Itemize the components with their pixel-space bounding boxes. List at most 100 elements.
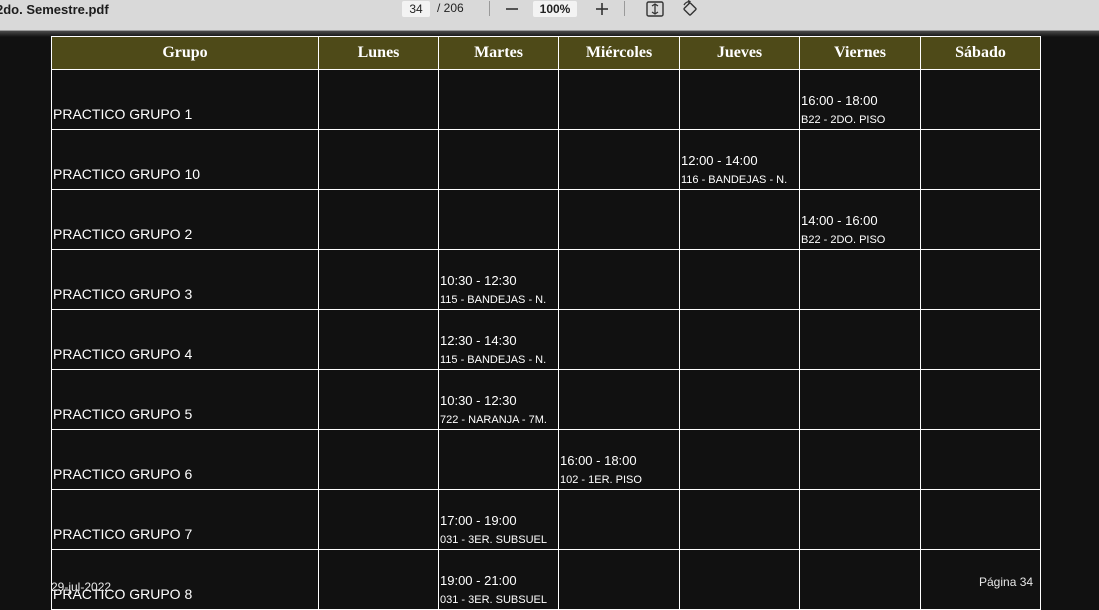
zoom-in-button[interactable]	[593, 0, 611, 18]
schedule-cell	[558, 249, 680, 310]
slot-room: 031 - 3ER. SUBSUEL	[440, 534, 547, 546]
schedule-slot: 16:00 - 18:00 B22 - 2DO. PISO	[800, 93, 920, 129]
schedule-cell	[318, 369, 439, 430]
schedule-cell	[799, 249, 921, 310]
schedule-slot: 12:00 - 14:00 116 - BANDEJAS - N.	[680, 153, 799, 189]
slot-time: 16:00 - 18:00	[801, 93, 878, 108]
schedule-body: PRACTICO GRUPO 1 16:00 - 18:00 B22 - 2DO. …	[51, 69, 1041, 610]
minus-icon	[506, 8, 518, 10]
pdf-toolbar: 2do. Semestre.pdf 34 / 206 100%	[0, 0, 1099, 31]
schedule-cell: 12:30 - 14:30 115 - BANDEJAS - N.	[438, 309, 559, 370]
header-grupo: Grupo	[51, 36, 319, 70]
schedule-cell	[679, 69, 800, 130]
schedule-cell: 10:30 - 12:30 722 - NARANJA - 7M.	[438, 369, 559, 430]
table-row: PRACTICO GRUPO 10 12:00 - 14:00 116 - BAND…	[51, 129, 1041, 190]
slot-room: 102 - 1ER. PISO	[560, 474, 642, 486]
schedule-cell	[318, 129, 439, 190]
header-sabado: Sábado	[920, 36, 1041, 70]
slot-time: 10:30 - 12:30	[440, 393, 517, 408]
slot-time: 19:00 - 21:00	[440, 573, 517, 588]
table-row: PRACTICO GRUPO 7 17:00 - 19:00 031 - 3ER. …	[51, 489, 1041, 550]
header-row: Grupo Lunes Martes Miércoles Jueves Vier…	[51, 36, 1041, 70]
table-row: PRACTICO GRUPO 6 16:00 - 18:00 102 - 1ER. …	[51, 429, 1041, 490]
schedule-slot: 10:30 - 12:30 115 - BANDEJAS - N.	[439, 273, 558, 309]
schedule-cell	[679, 249, 800, 310]
slot-time: 16:00 - 18:00	[560, 453, 637, 468]
page-number-input[interactable]: 34	[402, 1, 430, 17]
slot-room: B22 - 2DO. PISO	[801, 234, 886, 246]
footer-page-label: Página 34	[979, 575, 1034, 589]
slot-time: 12:00 - 14:00	[681, 153, 758, 168]
slot-time: 12:30 - 14:30	[440, 333, 517, 348]
page-total: / 206	[437, 1, 464, 15]
fit-page-button[interactable]	[645, 0, 665, 18]
table-row: PRACTICO GRUPO 3 10:30 - 12:30 115 - BANDE…	[51, 249, 1041, 310]
schedule-slot: 19:00 - 21:00 031 - 3ER. SUBSUEL	[439, 573, 558, 609]
schedule-cell	[920, 489, 1041, 550]
schedule-cell	[558, 69, 680, 130]
schedule-cell	[799, 369, 921, 430]
zoom-out-button[interactable]	[503, 0, 521, 18]
schedule-cell	[438, 429, 559, 490]
rotate-icon	[683, 0, 697, 16]
schedule-cell: 12:00 - 14:00 116 - BANDEJAS - N.	[679, 129, 800, 190]
schedule-cell	[920, 309, 1041, 370]
schedule-cell	[799, 129, 921, 190]
schedule-cell	[920, 369, 1041, 430]
schedule-cell	[318, 249, 439, 310]
schedule-cell	[318, 549, 439, 610]
slot-room: 031 - 3ER. SUBSUEL	[440, 594, 547, 606]
schedule-cell	[318, 189, 439, 250]
schedule-slot: 17:00 - 19:00 031 - 3ER. SUBSUEL	[439, 513, 558, 549]
schedule-cell	[679, 369, 800, 430]
schedule-cell	[558, 189, 680, 250]
schedule-cell	[558, 129, 680, 190]
schedule-cell	[558, 369, 680, 430]
plus-icon	[596, 3, 608, 15]
schedule-cell	[438, 129, 559, 190]
group-name-cell: PRACTICO GRUPO 3	[51, 249, 319, 310]
schedule-cell	[679, 429, 800, 490]
toolbar-divider	[489, 1, 490, 16]
schedule-cell	[318, 309, 439, 370]
header-miercoles: Miércoles	[558, 36, 680, 70]
group-name-cell: PRACTICO GRUPO 2	[51, 189, 319, 250]
table-row: PRACTICO GRUPO 5 10:30 - 12:30 722 - NARAN…	[51, 369, 1041, 430]
group-name-cell: PRACTICO GRUPO 5	[51, 369, 319, 430]
document-title: 2do. Semestre.pdf	[0, 2, 109, 17]
schedule-cell	[558, 309, 680, 370]
schedule-cell	[920, 129, 1041, 190]
table-row: PRACTICO GRUPO 8 19:00 - 21:00 031 - 3ER. …	[51, 549, 1041, 610]
schedule-cell	[318, 489, 439, 550]
group-name-cell: PRACTICO GRUPO 1	[51, 69, 319, 130]
schedule-cell	[920, 189, 1041, 250]
fit-page-icon	[646, 1, 664, 17]
header-martes: Martes	[438, 36, 559, 70]
group-name-cell: PRACTICO GRUPO 4	[51, 309, 319, 370]
rotate-button[interactable]	[680, 0, 700, 18]
schedule-cell: 16:00 - 18:00 102 - 1ER. PISO	[558, 429, 680, 490]
schedule-cell	[438, 69, 559, 130]
schedule-cell: 17:00 - 19:00 031 - 3ER. SUBSUEL	[438, 489, 559, 550]
slot-time: 10:30 - 12:30	[440, 273, 517, 288]
schedule-cell	[799, 309, 921, 370]
schedule-slot: 10:30 - 12:30 722 - NARANJA - 7M.	[439, 393, 558, 429]
slot-room: 115 - BANDEJAS - N.	[440, 294, 547, 306]
schedule-cell	[679, 489, 800, 550]
schedule-cell: 16:00 - 18:00 B22 - 2DO. PISO	[799, 69, 921, 130]
schedule-cell	[679, 309, 800, 370]
schedule-cell	[679, 549, 800, 610]
toolbar-divider	[624, 1, 625, 16]
slot-room: 115 - BANDEJAS - N.	[440, 354, 547, 366]
slot-room: 722 - NARANJA - 7M.	[440, 414, 547, 426]
table-row: PRACTICO GRUPO 2 14:00 - 16:00 B22 - 2DO. …	[51, 189, 1041, 250]
header-jueves: Jueves	[679, 36, 800, 70]
zoom-level-input[interactable]: 100%	[533, 1, 577, 17]
table-row: PRACTICO GRUPO 1 16:00 - 18:00 B22 - 2DO. …	[51, 69, 1041, 130]
schedule-cell	[920, 249, 1041, 310]
table-row: PRACTICO GRUPO 4 12:30 - 14:30 115 - BANDE…	[51, 309, 1041, 370]
schedule-cell	[318, 69, 439, 130]
group-name-cell: PRACTICO GRUPO 6	[51, 429, 319, 490]
schedule-cell	[558, 489, 680, 550]
schedule-cell: 14:00 - 16:00 B22 - 2DO. PISO	[799, 189, 921, 250]
